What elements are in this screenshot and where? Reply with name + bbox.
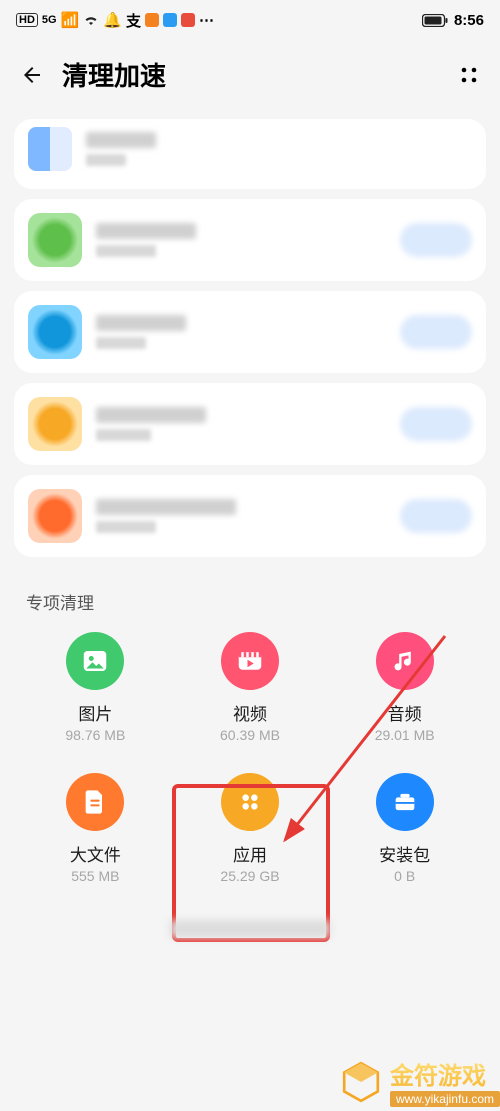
battery-icon [422, 14, 448, 27]
watermark-url: www.yikajinfu.com [390, 1091, 500, 1107]
tile-images[interactable]: 图片 98.76 MB [18, 624, 173, 751]
cleanup-grid: 图片 98.76 MB 视频 60.39 MB 音频 29.01 MB 大文件 … [0, 624, 500, 916]
clock: 8:56 [454, 12, 484, 29]
app2-icon [145, 13, 159, 27]
action-button[interactable] [400, 499, 472, 533]
tile-size: 0 B [394, 868, 415, 884]
app-icon [28, 127, 72, 171]
signal-icon: 📶 [61, 11, 80, 29]
watermark: 金符游戏 www.yikajinfu.com [340, 1056, 500, 1107]
tile-large-files[interactable]: 大文件 555 MB [18, 765, 173, 892]
menu-icon[interactable] [458, 64, 480, 86]
section-title: 专项清理 [0, 567, 500, 624]
tile-label: 图片 [78, 700, 112, 725]
bottom-text [0, 916, 500, 962]
list-item[interactable] [14, 383, 486, 465]
tile-label: 应用 [233, 841, 267, 866]
tile-audio[interactable]: 音频 29.01 MB [327, 624, 482, 751]
watermark-brand: 金符游戏 [390, 1056, 500, 1091]
tile-videos[interactable]: 视频 60.39 MB [173, 624, 328, 751]
tile-size: 25.29 GB [220, 868, 279, 884]
tile-label: 大文件 [70, 841, 121, 866]
tile-apps[interactable]: 应用 25.29 GB [173, 765, 328, 892]
app3-icon [163, 13, 177, 27]
app-icon [28, 489, 82, 543]
status-bar: HD 5G 📶 🔔 支 ⋯ 8:56 [0, 0, 500, 40]
tile-label: 视频 [233, 700, 267, 725]
app-icon: 🔔 [103, 11, 122, 29]
list-item[interactable] [14, 119, 486, 189]
action-button[interactable] [400, 223, 472, 257]
tile-size: 98.76 MB [65, 727, 125, 743]
file-icon [66, 773, 124, 831]
app-icon [28, 305, 82, 359]
tile-label: 安装包 [379, 841, 430, 866]
back-icon[interactable] [20, 63, 44, 87]
app-header: 清理加速 [0, 40, 500, 109]
app-icon [28, 397, 82, 451]
action-button[interactable] [400, 407, 472, 441]
alipay-icon: 支 [126, 10, 141, 31]
audio-icon [376, 632, 434, 690]
wifi-icon [83, 14, 99, 26]
tile-size: 60.39 MB [220, 727, 280, 743]
app4-icon [181, 13, 195, 27]
list-item[interactable] [14, 291, 486, 373]
more-icon: ⋯ [199, 11, 214, 29]
tile-size: 555 MB [71, 868, 119, 884]
tile-size: 29.01 MB [375, 727, 435, 743]
image-icon [66, 632, 124, 690]
app-icon [28, 213, 82, 267]
watermark-icon [340, 1061, 382, 1103]
hd-icon: HD [16, 13, 38, 27]
list-item[interactable] [14, 199, 486, 281]
video-icon [221, 632, 279, 690]
tile-label: 音频 [388, 700, 422, 725]
tile-packages[interactable]: 安装包 0 B [327, 765, 482, 892]
apps-icon [221, 773, 279, 831]
action-button[interactable] [400, 315, 472, 349]
page-title: 清理加速 [62, 56, 166, 93]
list-item[interactable] [14, 475, 486, 557]
network-label: 5G [42, 14, 57, 26]
pkg-icon [376, 773, 434, 831]
